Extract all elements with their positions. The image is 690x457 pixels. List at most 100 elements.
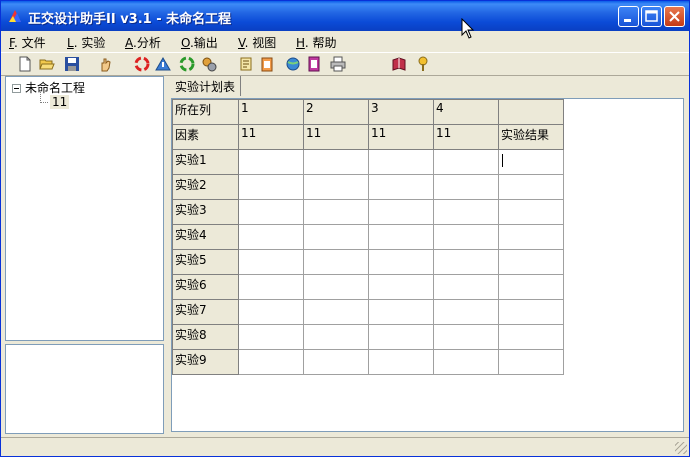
column-header[interactable]: 3 — [368, 99, 434, 125]
data-cell[interactable] — [368, 224, 434, 250]
result-cell[interactable] — [498, 299, 564, 325]
data-cell[interactable] — [303, 349, 369, 375]
properties-panel[interactable] — [5, 344, 164, 434]
data-cell[interactable] — [368, 324, 434, 350]
factor-cell[interactable]: 11 — [368, 124, 434, 150]
gears-icon[interactable] — [201, 56, 217, 72]
maximize-button[interactable] — [641, 6, 662, 27]
data-cell[interactable] — [433, 224, 499, 250]
data-cell[interactable] — [433, 174, 499, 200]
notepad-icon[interactable] — [259, 56, 275, 72]
resize-grip-icon[interactable] — [675, 442, 687, 454]
data-cell[interactable] — [303, 274, 369, 300]
data-cell[interactable] — [238, 274, 304, 300]
project-tree[interactable]: 未命名工程 11 — [5, 76, 164, 341]
data-cell[interactable] — [303, 299, 369, 325]
result-cell[interactable] — [498, 324, 564, 350]
recycle-red-icon[interactable] — [134, 56, 150, 72]
data-cell[interactable] — [238, 224, 304, 250]
scroll-icon[interactable] — [238, 56, 254, 72]
column-header[interactable]: 1 — [238, 99, 304, 125]
new-file-icon[interactable] — [17, 56, 33, 72]
table-row: 实验7 — [172, 299, 564, 325]
open-folder-icon[interactable] — [39, 56, 55, 72]
hand-icon[interactable] — [98, 56, 114, 72]
experiment-plan-sheet[interactable]: 所在列 1 2 3 4 因素 11 11 11 11 实验结果 实验1 实验2 … — [171, 98, 684, 432]
data-cell[interactable] — [433, 149, 499, 175]
tab-experiment-plan[interactable]: 实验计划表 — [170, 76, 242, 96]
book-icon[interactable] — [391, 56, 407, 72]
data-cell[interactable] — [433, 249, 499, 275]
data-cell[interactable] — [433, 274, 499, 300]
menu-analysis[interactable]: A.分析 — [125, 34, 161, 51]
minimize-button[interactable] — [618, 6, 639, 27]
title-bar[interactable]: 正交设计助手II v3.1 - 未命名工程 — [1, 1, 689, 31]
result-cell[interactable] — [498, 224, 564, 250]
table-row-factors: 因素 11 11 11 11 实验结果 — [172, 124, 564, 150]
data-cell[interactable] — [368, 249, 434, 275]
column-header[interactable]: 2 — [303, 99, 369, 125]
data-cell[interactable] — [433, 324, 499, 350]
factor-cell[interactable]: 11 — [238, 124, 304, 150]
data-cell[interactable] — [238, 324, 304, 350]
data-cell[interactable] — [368, 299, 434, 325]
data-cell[interactable] — [368, 149, 434, 175]
data-cell[interactable] — [303, 149, 369, 175]
column-header[interactable] — [498, 99, 564, 125]
result-cell[interactable] — [498, 249, 564, 275]
row-header: 实验5 — [172, 249, 239, 275]
data-cell[interactable] — [433, 199, 499, 225]
data-cell[interactable] — [368, 174, 434, 200]
close-button[interactable] — [664, 6, 685, 27]
table-row-columns: 所在列 1 2 3 4 — [172, 99, 564, 125]
data-cell[interactable] — [303, 224, 369, 250]
data-cell[interactable] — [238, 299, 304, 325]
data-cell[interactable] — [238, 174, 304, 200]
menu-file[interactable]: F. 文件 — [9, 34, 46, 51]
menu-experiment[interactable]: L. 实验 — [67, 34, 105, 51]
menu-help[interactable]: H. 帮助 — [296, 34, 336, 51]
row-header: 实验9 — [172, 349, 239, 375]
data-cell[interactable] — [368, 349, 434, 375]
row-header: 实验1 — [172, 149, 239, 175]
data-cell[interactable] — [368, 199, 434, 225]
data-cell[interactable] — [303, 324, 369, 350]
window-title: 正交设计助手II v3.1 - 未命名工程 — [28, 12, 232, 27]
menu-view[interactable]: V. 视图 — [238, 34, 276, 51]
status-bar — [1, 437, 689, 456]
data-cell[interactable] — [303, 249, 369, 275]
globe-icon[interactable] — [285, 56, 301, 72]
result-cell[interactable] — [498, 174, 564, 200]
data-cell[interactable] — [238, 249, 304, 275]
data-cell[interactable] — [238, 149, 304, 175]
warning-triangle-icon[interactable] — [155, 56, 171, 72]
help-pin-icon[interactable] — [415, 56, 431, 72]
table-row: 实验5 — [172, 249, 564, 275]
document-icon[interactable] — [306, 56, 322, 72]
data-cell[interactable] — [368, 274, 434, 300]
data-cell[interactable] — [303, 199, 369, 225]
data-cell[interactable] — [433, 299, 499, 325]
data-cell[interactable] — [303, 174, 369, 200]
result-header-cell[interactable]: 实验结果 — [498, 124, 564, 150]
data-cell[interactable] — [433, 349, 499, 375]
factor-cell[interactable]: 11 — [303, 124, 369, 150]
data-cell[interactable] — [238, 199, 304, 225]
result-cell-active[interactable] — [498, 149, 564, 175]
recycle-green-icon[interactable] — [179, 56, 195, 72]
print-icon[interactable] — [330, 56, 346, 72]
factor-cell[interactable]: 11 — [433, 124, 499, 150]
collapse-icon[interactable] — [12, 84, 21, 93]
data-cell[interactable] — [238, 349, 304, 375]
text-caret — [502, 154, 503, 167]
result-cell[interactable] — [498, 199, 564, 225]
result-cell[interactable] — [498, 349, 564, 375]
tree-child-node[interactable]: 11 — [50, 95, 70, 109]
menu-output[interactable]: O.输出 — [181, 34, 218, 51]
tree-root-node[interactable]: 未命名工程 — [12, 79, 85, 96]
result-cell[interactable] — [498, 274, 564, 300]
mouse-pointer-icon — [461, 18, 475, 39]
column-header[interactable]: 4 — [433, 99, 499, 125]
save-icon[interactable] — [64, 56, 80, 72]
app-window: 正交设计助手II v3.1 - 未命名工程 F. 文件 L. 实验 A.分析 O… — [0, 0, 690, 457]
